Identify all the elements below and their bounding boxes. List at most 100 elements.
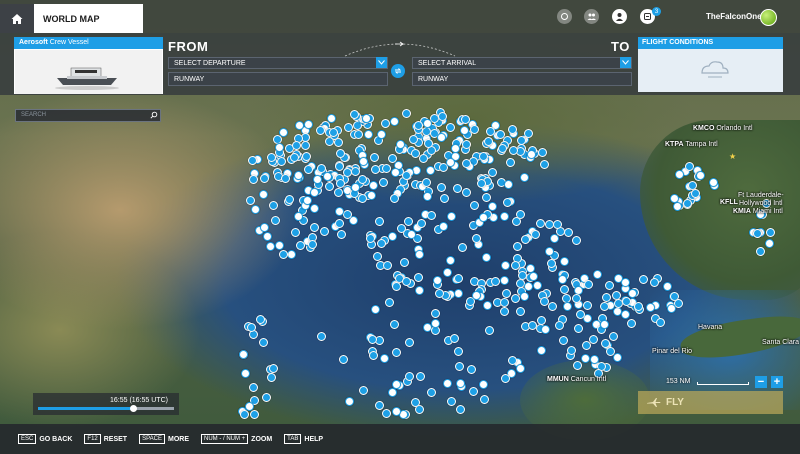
airport-marker[interactable] [515, 306, 525, 316]
airport-marker[interactable] [421, 178, 431, 188]
airport-marker[interactable] [530, 229, 540, 239]
airport-marker[interactable] [361, 114, 371, 124]
airport-marker[interactable] [404, 217, 414, 227]
airport-marker[interactable] [438, 222, 448, 232]
airport-marker[interactable] [358, 193, 368, 203]
airport-marker[interactable] [504, 179, 514, 189]
airport-marker[interactable] [470, 201, 480, 211]
airport-marker[interactable] [500, 374, 510, 384]
airport-marker[interactable] [247, 156, 257, 166]
airport-marker[interactable] [529, 271, 539, 281]
shortcut-go-back[interactable]: ESC GO BACK [18, 434, 72, 444]
airport-marker[interactable] [248, 382, 258, 392]
airport-marker[interactable] [302, 196, 312, 206]
airport-marker[interactable] [547, 301, 557, 311]
airport-marker[interactable] [389, 194, 399, 204]
airport-marker[interactable] [506, 157, 516, 167]
airport-marker[interactable] [604, 281, 614, 291]
airport-marker[interactable] [447, 397, 457, 407]
airport-marker[interactable] [613, 352, 623, 362]
airport-marker[interactable] [461, 188, 471, 198]
airport-marker[interactable] [549, 234, 559, 244]
departure-dropdown-chevron-icon[interactable] [376, 57, 387, 68]
airport-marker[interactable] [417, 219, 427, 229]
airport-marker[interactable] [520, 173, 530, 183]
airport-marker[interactable] [425, 166, 435, 176]
airport-marker[interactable] [560, 257, 570, 267]
departure-runway-select[interactable]: RUNWAY [168, 72, 388, 86]
home-button[interactable] [0, 4, 34, 33]
airport-marker[interactable] [511, 260, 521, 270]
airport-marker[interactable] [457, 242, 467, 252]
airport-marker[interactable] [410, 148, 420, 158]
airport-marker[interactable] [250, 205, 260, 215]
airport-marker[interactable] [557, 275, 567, 285]
airport-marker[interactable] [268, 200, 278, 210]
airport-marker[interactable] [468, 386, 478, 396]
airport-marker[interactable] [563, 301, 573, 311]
shortcut-help[interactable]: TAB HELP [284, 434, 323, 444]
airport-marker[interactable] [323, 171, 333, 181]
airport-marker[interactable] [381, 408, 391, 418]
airport-marker[interactable] [350, 183, 360, 193]
swap-airports-button[interactable] [391, 64, 405, 78]
airport-marker[interactable] [554, 321, 564, 331]
fly-button[interactable]: FLY [638, 391, 783, 414]
airport-marker[interactable] [334, 188, 344, 198]
airport-marker[interactable] [249, 410, 259, 420]
airport-marker[interactable] [524, 281, 534, 291]
zoom-in-button[interactable]: + [771, 376, 783, 388]
airport-marker[interactable] [400, 258, 410, 268]
airport-marker[interactable] [369, 180, 379, 190]
airport-marker[interactable] [443, 267, 453, 277]
airport-marker[interactable] [638, 274, 648, 284]
airport-marker[interactable] [414, 272, 424, 282]
airport-marker[interactable] [327, 113, 337, 123]
airport-marker[interactable] [479, 213, 489, 223]
airport-marker[interactable] [453, 288, 463, 298]
airport-marker[interactable] [589, 335, 599, 345]
airport-marker[interactable] [389, 116, 399, 126]
airport-marker[interactable] [280, 174, 290, 184]
airport-marker[interactable] [391, 168, 401, 178]
airport-marker[interactable] [486, 126, 496, 136]
airport-marker[interactable] [344, 397, 354, 407]
airport-marker[interactable] [609, 331, 619, 341]
airport-marker[interactable] [552, 219, 562, 229]
airport-marker[interactable] [540, 159, 550, 169]
airport-marker[interactable] [483, 301, 493, 311]
airport-marker[interactable] [373, 252, 383, 262]
airport-marker[interactable] [559, 285, 569, 295]
airport-marker[interactable] [437, 112, 447, 122]
airport-marker[interactable] [515, 363, 525, 373]
airport-marker[interactable] [485, 325, 495, 335]
airport-marker[interactable] [287, 250, 297, 260]
search-input[interactable]: SEARCH [15, 109, 161, 122]
world-map-tab[interactable]: WORLD MAP [34, 4, 143, 33]
airport-marker[interactable] [255, 314, 265, 324]
airport-marker[interactable] [537, 148, 547, 158]
airport-marker[interactable] [277, 156, 286, 166]
airport-marker[interactable] [388, 388, 398, 398]
airport-marker[interactable] [584, 279, 594, 289]
airport-marker[interactable] [650, 277, 660, 287]
shortcut-more[interactable]: SPACE MORE [139, 434, 189, 444]
airport-marker[interactable] [455, 404, 465, 414]
airport-marker[interactable] [541, 325, 551, 335]
airport-marker[interactable] [240, 410, 250, 419]
airport-marker[interactable] [670, 193, 680, 203]
airport-marker[interactable] [405, 338, 415, 348]
airport-marker[interactable] [563, 227, 573, 237]
airport-marker[interactable] [246, 195, 256, 205]
airport-marker[interactable] [310, 204, 320, 214]
airport-marker[interactable] [371, 304, 381, 314]
airport-marker[interactable] [350, 166, 360, 176]
airport-marker[interactable] [270, 216, 280, 226]
airport-marker[interactable] [377, 130, 387, 140]
airport-marker[interactable] [513, 241, 523, 251]
airport-marker[interactable] [447, 211, 457, 221]
airport-marker[interactable] [764, 239, 774, 249]
airport-marker[interactable] [380, 118, 390, 128]
airport-marker[interactable] [259, 173, 269, 183]
airport-marker[interactable] [249, 175, 259, 185]
